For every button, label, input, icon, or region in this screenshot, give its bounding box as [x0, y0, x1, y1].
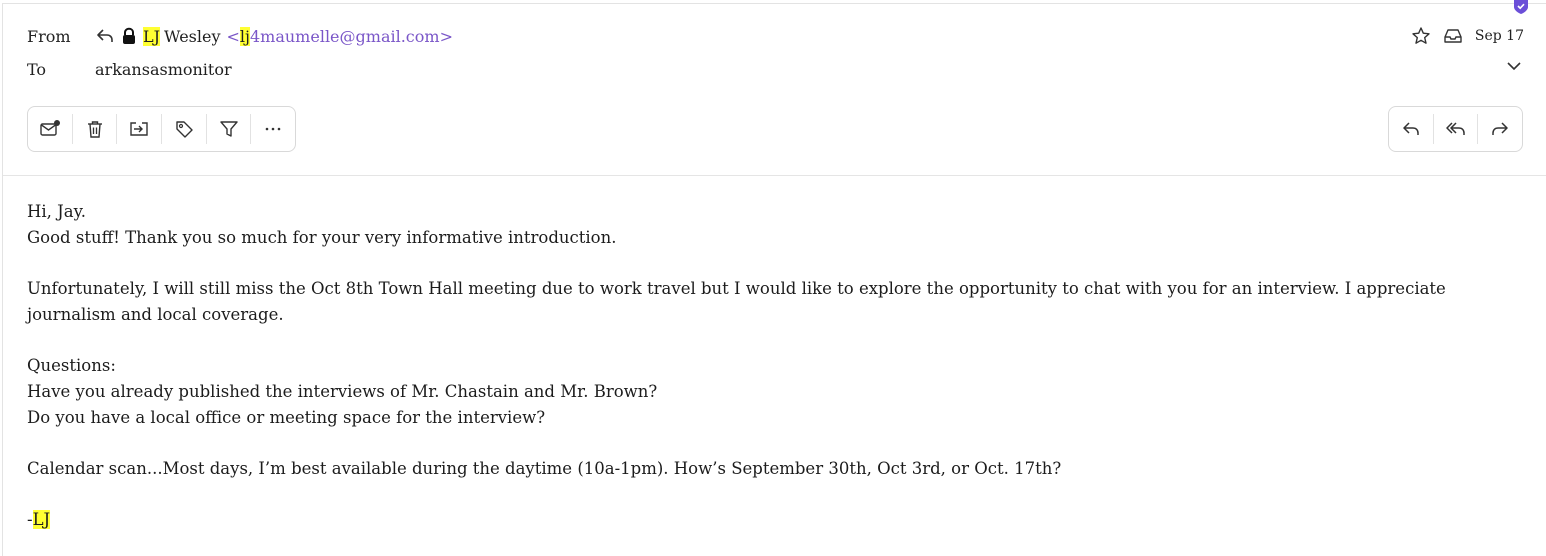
sender-initials: LJ: [143, 26, 161, 46]
reply-arrow-icon: [95, 27, 115, 45]
forward-button[interactable]: [1478, 107, 1522, 151]
recipient[interactable]: arkansasmonitor: [95, 60, 232, 79]
tag-button[interactable]: [162, 107, 206, 151]
signature-dash: -: [27, 510, 33, 530]
reply-toolbar: [1388, 106, 1523, 152]
sender-last-name: Wesley: [164, 26, 221, 46]
sender-email[interactable]: <lj4maumelle@gmail.com>: [226, 26, 453, 46]
question-2: Do you have a local office or meeting sp…: [27, 407, 546, 427]
filter-icon: [219, 119, 239, 139]
more-icon: [263, 119, 283, 139]
signature: -LJ: [27, 507, 1527, 533]
signature-initials: LJ: [32, 510, 51, 530]
body-line: Good stuff! Thank you so much for your v…: [27, 227, 617, 247]
lock-icon: [121, 27, 137, 45]
message-body: Hi, Jay. Good stuff! Thank you so much f…: [27, 199, 1527, 533]
message-meta: Sep 17: [1411, 24, 1524, 48]
star-icon[interactable]: [1411, 26, 1431, 46]
email-open-bracket: <: [226, 26, 240, 46]
reply-all-button[interactable]: [1434, 107, 1478, 151]
body-paragraph: Unfortunately, I will still miss the Oct…: [27, 279, 1446, 324]
greeting-line: Hi, Jay.: [27, 202, 86, 221]
to-row: To arkansasmonitor: [27, 57, 232, 81]
filter-button[interactable]: [207, 107, 251, 151]
to-label: To: [27, 59, 47, 79]
message-actions-toolbar: [27, 106, 296, 152]
message-date: Sep 17: [1474, 28, 1524, 44]
header-divider: [3, 175, 1546, 176]
email-highlight: lj: [239, 26, 250, 46]
reply-all-icon: [1444, 119, 1468, 139]
email-rest: 4maumelle@gmail.com>: [249, 26, 453, 46]
inbox-icon[interactable]: [1443, 27, 1463, 45]
from-row: From LJ Wesley <lj4maumelle@gmail.com>: [27, 24, 453, 48]
trash-icon: [85, 119, 105, 139]
mark-unread-icon: [39, 119, 61, 139]
from-label: From: [27, 26, 71, 46]
forward-icon: [1489, 119, 1511, 139]
move-to-folder-icon: [128, 119, 150, 139]
reply-icon: [1400, 119, 1422, 139]
move-button[interactable]: [117, 107, 161, 151]
more-button[interactable]: [251, 107, 295, 151]
question-1: Have you already published the interview…: [27, 381, 658, 401]
calendar-line: Calendar scan...Most days, I’m best avai…: [27, 458, 1062, 478]
questions-label: Questions:: [27, 356, 116, 376]
delete-button[interactable]: [73, 107, 117, 151]
tag-icon: [174, 119, 194, 139]
chevron-down-icon[interactable]: [1506, 60, 1522, 72]
shield-check-icon: [1513, 0, 1529, 14]
mark-unread-button[interactable]: [28, 107, 72, 151]
reply-button[interactable]: [1389, 107, 1433, 151]
